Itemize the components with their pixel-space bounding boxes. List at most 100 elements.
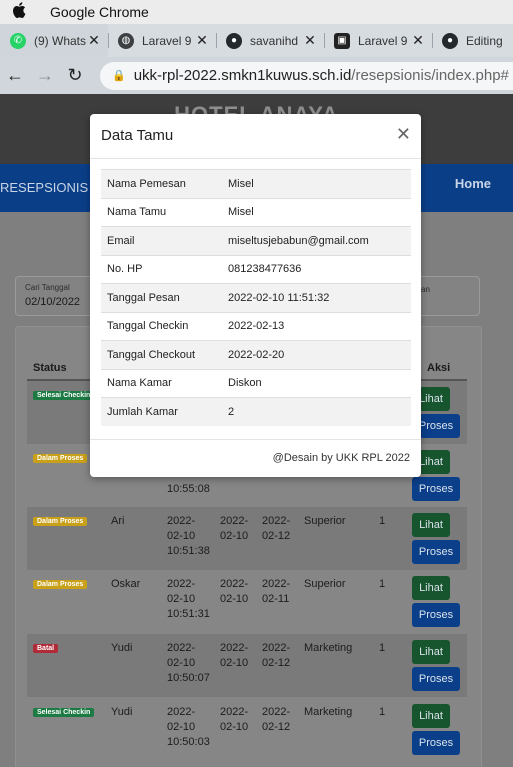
macos-menubar: Google Chrome (0, 0, 513, 24)
checkout-cell: 2022- 02-12 (262, 515, 291, 542)
data-tamu-modal: Data Tamu ✕ Nama Pemesan Misel Nama Tamu M… (90, 114, 421, 477)
address-toolbar: ← → ↻ 🔒 ukk-rpl-2022.smkn1kuwus.sch.id/r… (0, 57, 513, 94)
detail-row: No. HP 081238477636 (101, 254, 411, 284)
reload-icon[interactable]: ↻ (60, 65, 90, 86)
nav-home[interactable]: Home (455, 176, 491, 191)
modal-footer: @Desain by UKK RPL 2022 (90, 439, 421, 477)
detail-row: Jumlah Kamar 2 (101, 397, 411, 426)
jumlah-cell: 1 (379, 642, 386, 654)
tanggal-pesan-cell: 2022- 02-10 10:51:31 (167, 578, 210, 620)
detail-row: Email miseltusjebabun@gmail.com (101, 226, 411, 255)
proses-button[interactable]: Proses (412, 477, 460, 501)
status-badge: Dalam Proses (33, 517, 88, 526)
jumlah-cell: 1 (379, 578, 386, 590)
app-name[interactable]: Google Chrome (50, 4, 149, 20)
lock-icon[interactable]: 🔒 (112, 69, 126, 82)
status-badge: Selesai Checkin (33, 708, 95, 717)
field-value: 2022-02-13 (222, 311, 411, 341)
detail-row: Tanggal Pesan 2022-02-10 11:51:32 (101, 283, 411, 312)
table-row: Dalam Proses Oskar 2022- 02-10 10:51:31 20… (27, 570, 467, 633)
proses-button[interactable]: Proses (412, 731, 460, 755)
kamar-cell: Marketing (304, 706, 353, 718)
field-label: Tanggal Checkout (101, 340, 222, 369)
status-badge: Selesai Checkin (33, 391, 95, 400)
close-icon[interactable]: ✕ (396, 124, 411, 144)
tab-laravel[interactable]: ▣ Laravel 9 ✕ (324, 24, 432, 57)
kamar-cell: Marketing (304, 642, 353, 654)
github-icon: ● (226, 32, 242, 49)
field-label: No. HP (101, 254, 222, 284)
table-row: Dalam Proses Ari 2022- 02-10 10:51:38 2022… (27, 507, 467, 570)
checkout-cell: 2022- 02-12 (262, 642, 291, 669)
close-icon[interactable]: ✕ (194, 32, 210, 49)
tab-whatsapp[interactable]: ✆ (9) WhatsApp ✕ (0, 24, 108, 57)
back-icon[interactable]: ← (0, 65, 30, 86)
checkin-cell: 2022- 02-10 (220, 578, 249, 605)
tab-github-savanihd[interactable]: ● savanihd ✕ (216, 24, 324, 57)
detail-row: Tanggal Checkout 2022-02-20 (101, 340, 411, 369)
th-aksi: Aksi (427, 362, 451, 374)
tab-title: Laravel 9 (142, 33, 192, 48)
field-value: Misel (222, 169, 411, 198)
proses-button[interactable]: Proses (412, 603, 460, 627)
lihat-button[interactable]: Lihat (412, 513, 450, 537)
field-value: miseltusjebabun@gmail.com (222, 226, 411, 255)
tab-github-editing[interactable]: ● Editing (432, 24, 513, 57)
tab-title: (9) WhatsApp (34, 33, 86, 48)
status-badge: Batal (33, 644, 59, 653)
forward-icon[interactable]: → (30, 65, 60, 86)
close-icon[interactable]: ✕ (86, 32, 102, 49)
tab-laravel-globe[interactable]: ◍ Laravel 9 ✕ (108, 24, 216, 57)
checkout-cell: 2022- 02-12 (262, 706, 291, 733)
tab-strip: ✆ (9) WhatsApp ✕ ◍ Laravel 9 ✕ ● savanih… (0, 24, 513, 57)
kamar-cell: Superior (304, 515, 346, 527)
field-label: Tanggal Checkin (101, 311, 222, 341)
field-label: Tanggal Pesan (101, 283, 222, 312)
field-value: 2022-02-10 11:51:32 (222, 283, 411, 312)
field-value: 2 (222, 397, 411, 426)
kamar-cell: Superior (304, 578, 346, 590)
close-icon[interactable]: ✕ (302, 32, 318, 49)
modal-title: Data Tamu (101, 127, 174, 144)
url-host: ukk-rpl-2022.smkn1kuwus.sch.id (133, 67, 352, 84)
url-field[interactable]: 🔒 ukk-rpl-2022.smkn1kuwus.sch.id/resepsi… (100, 61, 513, 90)
field-value: 2022-02-20 (222, 340, 411, 369)
checkout-cell: 2022- 02-11 (262, 578, 291, 605)
field-value: 081238477636 (222, 254, 411, 284)
nav-resepsionis[interactable]: RESEPSIONIS (0, 180, 88, 195)
field-label: Nama Tamu (101, 197, 222, 227)
checkin-cell: 2022- 02-10 (220, 515, 249, 542)
apple-logo-icon[interactable] (12, 1, 28, 23)
detail-row: Nama Pemesan Misel (101, 169, 411, 198)
whatsapp-icon: ✆ (10, 32, 26, 49)
tanggal-pesan-cell: 2022- 02-10 10:50:07 (167, 642, 210, 684)
proses-button[interactable]: Proses (412, 540, 460, 564)
lihat-button[interactable]: Lihat (412, 640, 450, 664)
status-badge: Dalam Proses (33, 454, 88, 463)
filter-label: Cari Tanggal (25, 283, 70, 292)
table-row: Selesai Checkin Yudi 2022- 02-10 10:50:03 … (27, 698, 467, 761)
nama-cell: Oskar (111, 578, 141, 590)
footer-credit: @Desain by UKK RPL 2022 (272, 452, 410, 464)
tab-title: savanihd (250, 33, 299, 48)
field-value: Misel (222, 197, 411, 227)
th-status: Status (33, 362, 67, 374)
detail-row: Tanggal Checkin 2022-02-13 (101, 311, 411, 341)
close-icon[interactable]: ✕ (410, 32, 426, 49)
status-badge: Dalam Proses (33, 580, 88, 589)
tanggal-pesan-cell: 10:55:08 (167, 483, 210, 495)
field-label: Nama Kamar (101, 368, 222, 398)
github-icon: ● (442, 32, 458, 49)
tanggal-pesan-cell: 2022- 02-10 10:50:03 (167, 706, 210, 748)
lihat-button[interactable]: Lihat (412, 576, 450, 600)
tab-title: Laravel 9 (358, 33, 408, 48)
field-label: Nama Pemesan (101, 169, 222, 198)
lihat-button[interactable]: Lihat (412, 704, 450, 728)
jumlah-cell: 1 (379, 515, 386, 527)
checkin-cell: 2022- 02-10 (220, 642, 249, 669)
field-label: Jumlah Kamar (101, 397, 222, 426)
proses-button[interactable]: Proses (412, 667, 460, 691)
date-input[interactable]: 02/10/2022 (25, 296, 80, 308)
url-path: /resepsionis/index.php# (351, 67, 509, 84)
modal-header: Data Tamu ✕ (90, 114, 421, 159)
